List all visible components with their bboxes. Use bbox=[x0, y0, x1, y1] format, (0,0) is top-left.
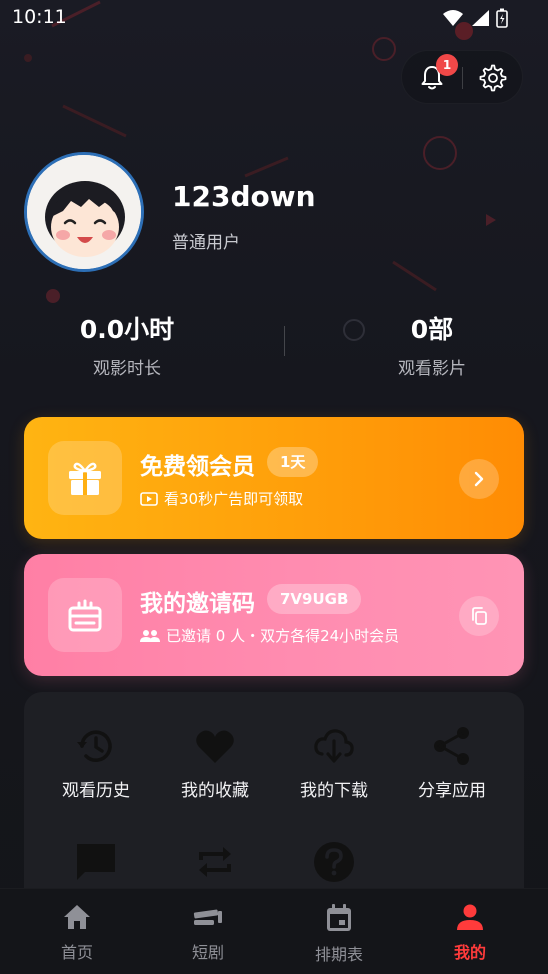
feedback-icon bbox=[77, 844, 115, 880]
stats-divider bbox=[284, 326, 285, 356]
repeat-icon bbox=[199, 847, 231, 877]
nav-profile-label: 我的 bbox=[453, 943, 486, 962]
repeat-item[interactable] bbox=[155, 840, 275, 892]
gear-icon[interactable] bbox=[479, 64, 507, 92]
free-vip-days-tag: 1天 bbox=[267, 447, 319, 477]
avatar-illustration bbox=[27, 155, 141, 269]
favorites-item[interactable]: 我的收藏 bbox=[155, 724, 275, 801]
downloads-item[interactable]: 我的下载 bbox=[274, 724, 394, 801]
invite-code-title: 我的邀请码 bbox=[140, 591, 255, 617]
history-icon bbox=[77, 730, 112, 762]
favorites-label: 我的收藏 bbox=[181, 781, 249, 801]
battery-icon bbox=[496, 8, 508, 28]
video-ad-icon bbox=[140, 491, 158, 506]
downloads-label: 我的下载 bbox=[300, 781, 368, 801]
help-icon bbox=[314, 842, 354, 882]
features-panel: 观看历史 我的收藏 我的下载 分享应用 bbox=[24, 692, 524, 892]
status-bar: 10:11 bbox=[0, 0, 548, 36]
short-drama-icon bbox=[193, 909, 222, 925]
free-vip-subtitle: 看30秒广告即可领取 bbox=[164, 490, 304, 508]
gift-box-icon bbox=[68, 599, 102, 632]
movies-count-label: 观看影片 bbox=[398, 359, 466, 379]
people-icon bbox=[140, 629, 160, 642]
nav-short-drama-label: 短剧 bbox=[191, 943, 224, 962]
invite-icon-box bbox=[48, 578, 122, 652]
nav-schedule[interactable]: 排期表 bbox=[289, 903, 389, 965]
wifi-icon bbox=[443, 10, 463, 26]
share-app-item[interactable]: 分享应用 bbox=[392, 724, 512, 801]
free-vip-card[interactable]: 免费领会员 1天 看30秒广告即可领取 bbox=[24, 417, 524, 539]
nav-home-label: 首页 bbox=[60, 943, 93, 962]
calendar-icon bbox=[327, 904, 351, 931]
share-icon bbox=[434, 727, 469, 765]
heart-icon bbox=[196, 730, 234, 763]
copy-invite-code-button[interactable] bbox=[459, 596, 499, 636]
movies-count-value: 0部 bbox=[410, 315, 454, 344]
chevron-right-icon bbox=[474, 471, 484, 487]
profile-icon bbox=[457, 904, 483, 930]
copy-icon bbox=[472, 607, 487, 625]
watch-history-label: 观看历史 bbox=[62, 781, 130, 801]
invite-subtitle: 已邀请 0 人・双方各得24小时会员 bbox=[166, 627, 400, 645]
help-item[interactable] bbox=[274, 840, 394, 892]
gift-icon-box bbox=[48, 441, 122, 515]
free-vip-subtitle-row: 看30秒广告即可领取 bbox=[140, 488, 303, 509]
nav-profile[interactable]: 我的 bbox=[420, 903, 520, 963]
header-actions bbox=[401, 50, 523, 104]
nav-home[interactable]: 首页 bbox=[27, 903, 127, 963]
watch-time-value: 0.0小时 bbox=[79, 315, 175, 344]
feedback-item[interactable] bbox=[36, 840, 156, 892]
bottom-nav: 首页 短剧 排期表 我的 bbox=[0, 888, 548, 974]
invite-code-card[interactable]: 我的邀请码 7V9UGB 已邀请 0 人・双方各得24小时会员 bbox=[24, 554, 524, 676]
home-icon bbox=[64, 905, 90, 929]
gift-icon bbox=[69, 462, 101, 495]
signal-icon bbox=[472, 10, 489, 26]
status-time: 10:11 bbox=[12, 6, 67, 28]
notification-badge: 1 bbox=[436, 54, 458, 76]
watch-history-item[interactable]: 观看历史 bbox=[36, 724, 156, 801]
username: 123down bbox=[172, 180, 316, 213]
invite-subtitle-row: 已邀请 0 人・双方各得24小时会员 bbox=[140, 625, 399, 646]
avatar[interactable] bbox=[24, 152, 144, 272]
header-divider bbox=[462, 67, 463, 89]
nav-short-drama[interactable]: 短剧 bbox=[158, 903, 258, 963]
download-icon bbox=[314, 729, 354, 763]
free-vip-go-button[interactable] bbox=[459, 459, 499, 499]
user-type: 普通用户 bbox=[172, 233, 240, 253]
status-icons bbox=[442, 8, 508, 28]
nav-schedule-label: 排期表 bbox=[314, 945, 363, 964]
free-vip-title: 免费领会员 bbox=[140, 454, 255, 480]
share-app-label: 分享应用 bbox=[418, 781, 486, 801]
invite-code-value[interactable]: 7V9UGB bbox=[267, 584, 362, 614]
watch-time-label: 观影时长 bbox=[93, 359, 161, 379]
